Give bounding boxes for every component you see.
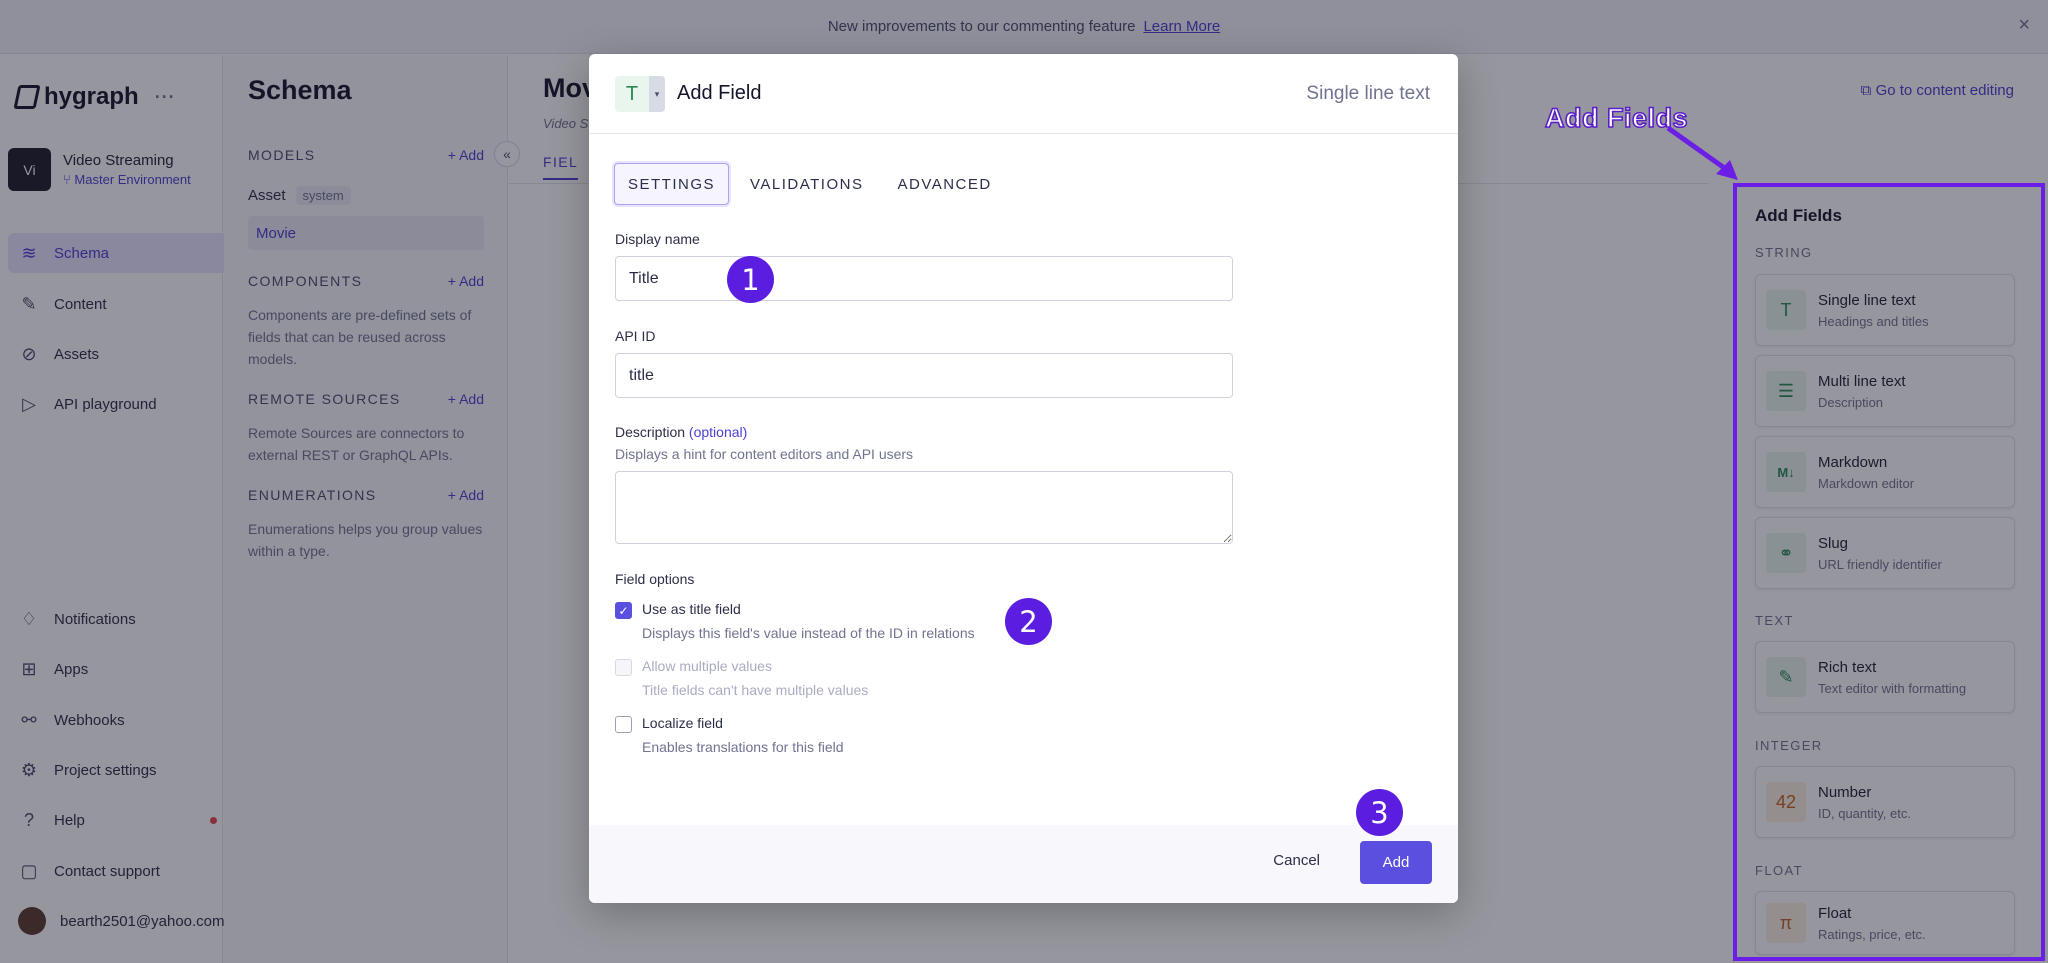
- tab-advanced[interactable]: ADVANCED: [884, 163, 1004, 205]
- step-marker-1: 1: [727, 256, 774, 303]
- checkbox-unchecked-icon[interactable]: [615, 716, 632, 733]
- field-options-label: Field options: [615, 571, 695, 587]
- step-marker-3: 3: [1356, 789, 1403, 836]
- option-hint: Displays this field's value instead of t…: [642, 625, 975, 641]
- text-icon: T: [625, 82, 639, 105]
- checkbox-checked-icon[interactable]: ✓: [615, 602, 632, 619]
- cancel-button[interactable]: Cancel: [1273, 852, 1320, 869]
- option-hint: Enables translations for this field: [642, 739, 844, 755]
- description-hint: Displays a hint for content editors and …: [615, 446, 914, 462]
- checkbox-disabled-icon: [615, 659, 632, 676]
- dialog-header: T ▾ Add Field Single line text: [589, 54, 1458, 134]
- description-label: Description (optional): [615, 424, 747, 440]
- display-name-input[interactable]: [615, 256, 1233, 301]
- field-type-name: Single line text: [1306, 83, 1430, 104]
- option-localize-field[interactable]: Localize field Enables translations for t…: [615, 715, 844, 755]
- field-type-selector[interactable]: T ▾: [615, 76, 665, 112]
- option-allow-multiple: Allow multiple values Title fields can't …: [615, 658, 868, 698]
- option-label: Allow multiple values: [642, 658, 772, 674]
- api-id-input[interactable]: [615, 353, 1233, 398]
- description-label-text: Description: [615, 424, 686, 440]
- optional-tag: (optional): [688, 424, 748, 440]
- add-field-dialog: T ▾ Add Field Single line text SETTINGS …: [589, 54, 1458, 903]
- display-name-label: Display name: [615, 231, 700, 247]
- tab-validations[interactable]: VALIDATIONS: [737, 163, 876, 205]
- option-hint: Title fields can't have multiple values: [642, 682, 869, 698]
- add-button[interactable]: Add: [1360, 841, 1432, 884]
- chevron-down-icon: ▾: [649, 76, 665, 112]
- option-label: Use as title field: [642, 601, 741, 617]
- dialog-footer: Cancel Add: [589, 825, 1458, 903]
- option-label: Localize field: [642, 715, 723, 731]
- dialog-tabs: SETTINGS VALIDATIONS ADVANCED: [614, 163, 1005, 205]
- annotation-arrow-icon: [1666, 125, 1738, 180]
- dialog-title: Add Field: [677, 82, 762, 104]
- step-marker-2: 2: [1005, 598, 1052, 645]
- add-fields-highlight-box: [1733, 183, 2045, 961]
- tab-settings[interactable]: SETTINGS: [614, 163, 730, 205]
- option-use-as-title[interactable]: ✓ Use as title field Displays this field'…: [615, 601, 975, 641]
- api-id-label: API ID: [615, 328, 656, 344]
- description-textarea[interactable]: [615, 471, 1233, 544]
